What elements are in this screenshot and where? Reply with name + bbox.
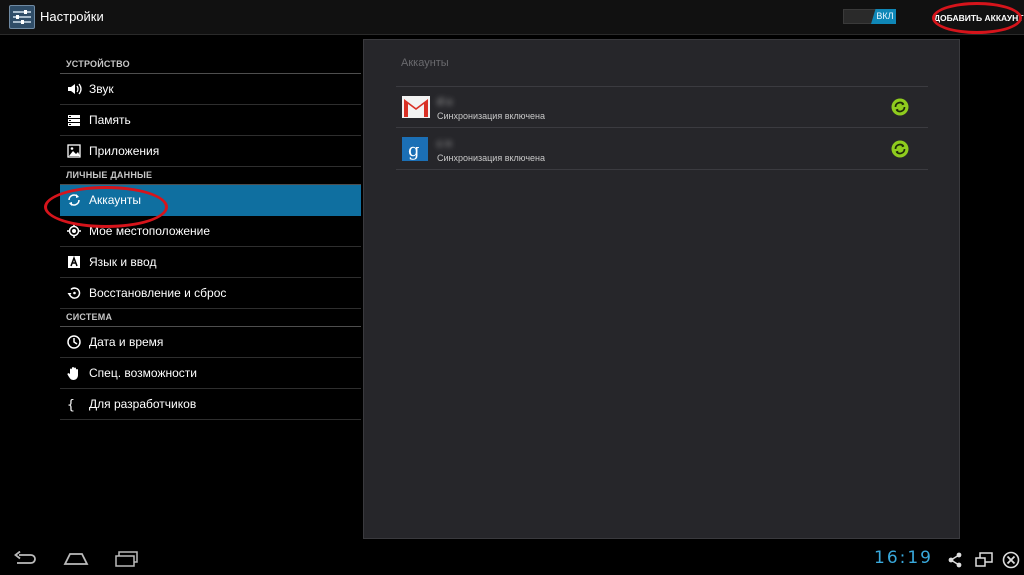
close-circle-icon[interactable]: [1002, 551, 1020, 569]
clock-icon: [67, 335, 81, 349]
settings-list: УСТРОЙСТВО Звук Память Приложения ЛИЧНЫЕ…: [60, 56, 361, 420]
keyboard-a-icon: [68, 255, 80, 268]
accounts-panel-title: Аккаунты: [401, 57, 449, 69]
share-icon[interactable]: [947, 552, 963, 568]
divider: [396, 169, 928, 170]
account-email: d u: [437, 96, 453, 108]
settings-item-storage[interactable]: Память: [60, 105, 361, 136]
back-icon[interactable]: [13, 551, 37, 567]
add-account-button[interactable]: ДОБАВИТЬ АККАУНТ: [934, 7, 1023, 29]
settings-item-label: Приложения: [89, 144, 160, 158]
settings-item-date-time[interactable]: Дата и время: [60, 327, 361, 358]
settings-item-label: Аккаунты: [89, 193, 142, 207]
braces-icon: { }: [67, 398, 82, 412]
settings-item-location[interactable]: Мое местоположение: [60, 216, 361, 247]
section-header-personal: ЛИЧНЫЕ ДАННЫЕ: [60, 167, 361, 185]
sync-icon: [68, 194, 80, 206]
account-sync-status: Синхронизация включена: [437, 111, 545, 121]
recent-apps-icon[interactable]: [114, 551, 140, 567]
settings-item-language-input[interactable]: Язык и ввод: [60, 247, 361, 278]
section-header-system: СИСТЕМА: [60, 309, 361, 327]
location-icon: [67, 224, 81, 238]
accounts-panel: Аккаунты d u Синхронизация включена g c: [363, 39, 960, 539]
backup-restore-icon: [67, 287, 81, 299]
system-nav-bar: 16:19: [0, 541, 1024, 575]
settings-item-label: Восстановление и сброс: [89, 286, 227, 300]
page-title: Настройки: [40, 9, 104, 24]
storage-icon: [68, 115, 80, 126]
apps-icon: [67, 144, 81, 158]
section-header-device: УСТРОЙСТВО: [60, 56, 361, 74]
google-icon: g: [402, 137, 428, 161]
settings-item-sound[interactable]: Звук: [60, 74, 361, 105]
svg-text:g: g: [408, 140, 420, 161]
settings-item-accounts[interactable]: Аккаунты: [60, 185, 361, 216]
account-sync-status: Синхронизация включена: [437, 153, 545, 163]
settings-item-label: Память: [89, 113, 131, 127]
account-row-google[interactable]: g c n Синхронизация включена: [396, 129, 928, 170]
account-row-gmail[interactable]: d u Синхронизация включена: [396, 87, 928, 128]
toggle-on-label: ВКЛ: [871, 9, 896, 24]
screen-mirror-icon[interactable]: [975, 552, 993, 568]
settings-app-icon[interactable]: [9, 5, 35, 29]
settings-item-backup-reset[interactable]: Восстановление и сброс: [60, 278, 361, 309]
home-icon[interactable]: [62, 551, 90, 567]
settings-item-accessibility[interactable]: Спец. возможности: [60, 358, 361, 389]
settings-item-label: Язык и ввод: [89, 255, 157, 269]
volume-icon: [68, 83, 82, 95]
divider: [396, 127, 928, 128]
settings-item-label: Для разработчиков: [89, 397, 197, 411]
settings-item-developer[interactable]: { } Для разработчиков: [60, 389, 361, 420]
status-clock[interactable]: 16:19: [874, 548, 933, 568]
svg-text:{ }: { }: [67, 398, 82, 412]
sync-status-icon: [891, 98, 909, 116]
sync-status-icon: [891, 140, 909, 158]
settings-item-label: Звук: [89, 82, 114, 96]
account-email: c n: [437, 138, 452, 150]
gmail-icon: [402, 96, 430, 118]
settings-item-label: Мое местоположение: [89, 224, 211, 238]
settings-item-label: Дата и время: [89, 335, 164, 349]
settings-item-apps[interactable]: Приложения: [60, 136, 361, 167]
hand-icon: [67, 367, 78, 380]
settings-item-label: Спец. возможности: [89, 366, 197, 380]
accounts-sync-toggle[interactable]: ВКЛ: [843, 9, 896, 24]
action-bar: Настройки ВКЛ ДОБАВИТЬ АККАУНТ: [0, 0, 1024, 35]
